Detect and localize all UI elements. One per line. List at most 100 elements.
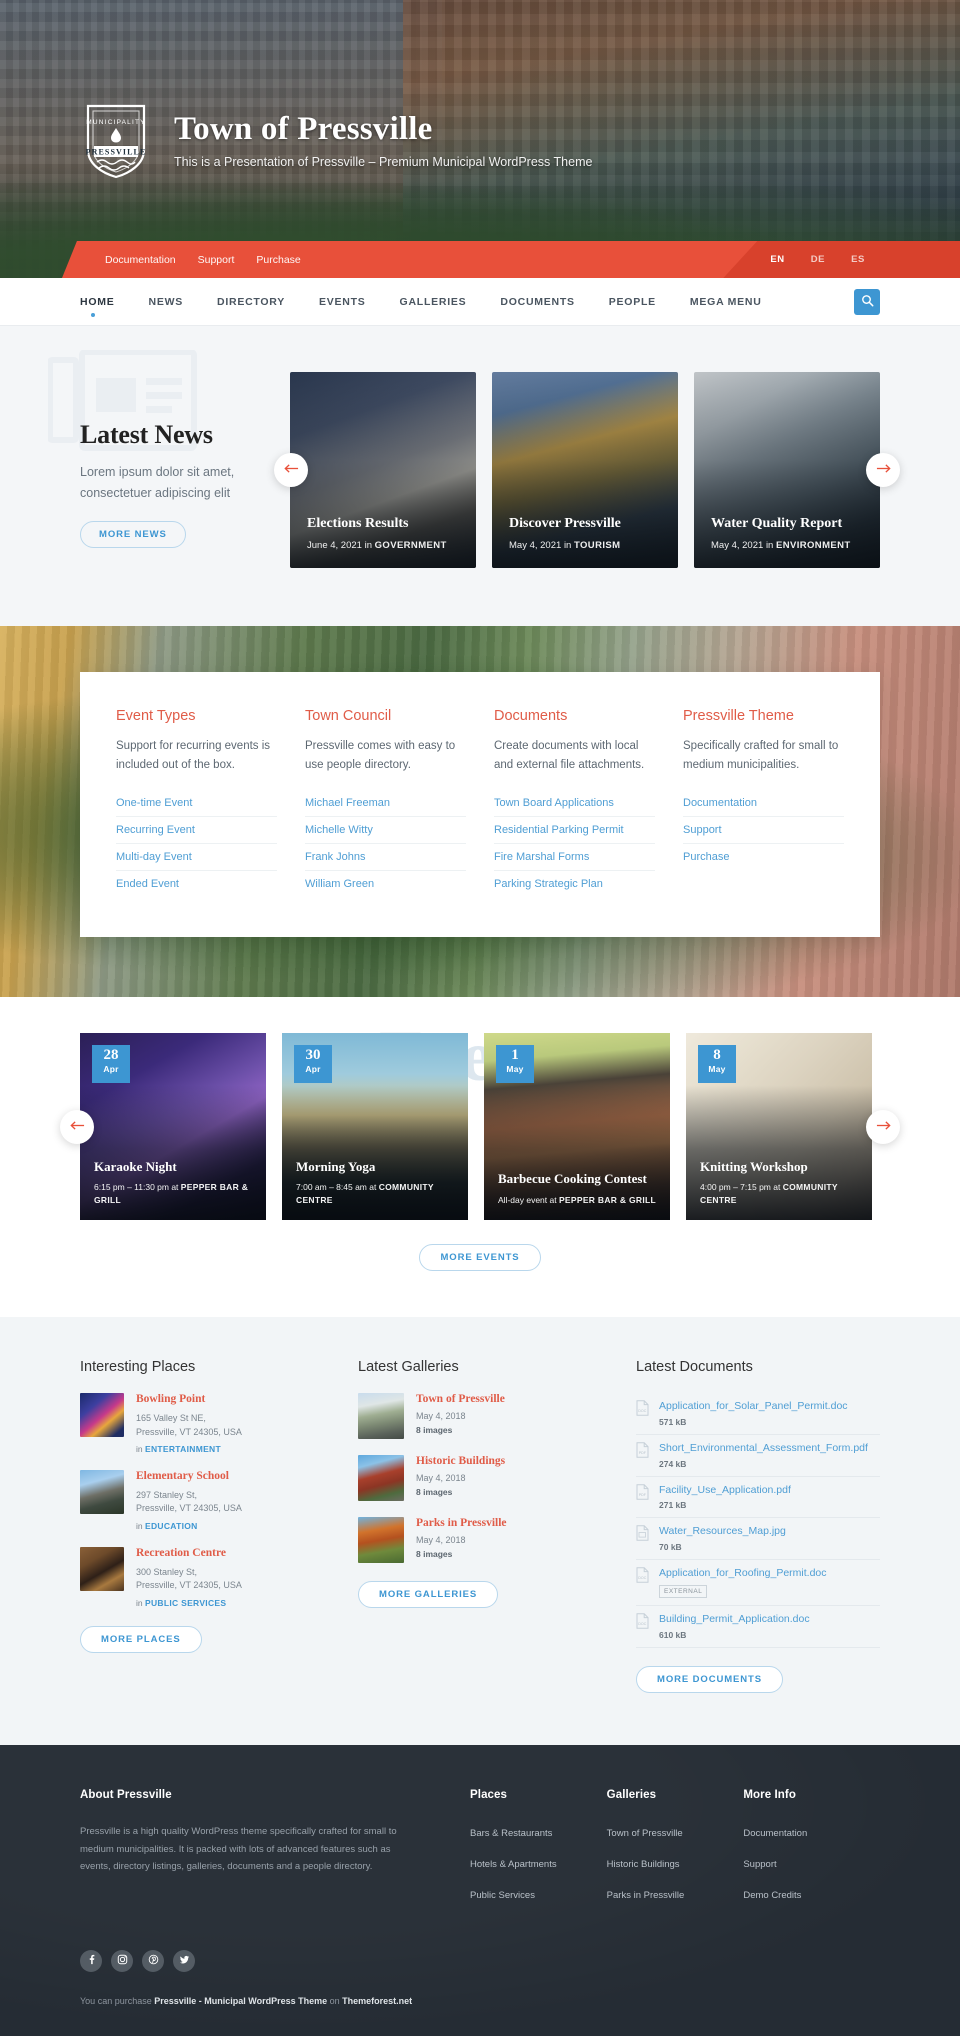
menu-item-news[interactable]: NEWS bbox=[132, 278, 201, 326]
footer-link[interactable]: Documentation bbox=[743, 1828, 807, 1839]
place-category-line: in ENTERTAINMENT bbox=[136, 1444, 242, 1454]
list-item[interactable]: DOC Building_Permit_Application.doc 610 … bbox=[636, 1606, 880, 1649]
gallery-name[interactable]: Historic Buildings bbox=[416, 1455, 505, 1469]
search-button[interactable] bbox=[854, 288, 880, 315]
feature-link[interactable]: Michael Freeman bbox=[305, 790, 466, 816]
news-card[interactable]: Water Quality Report May 4, 2021 in ENVI… bbox=[694, 372, 880, 568]
footer-link[interactable]: Bars & Restaurants bbox=[470, 1828, 552, 1839]
news-next-button[interactable] bbox=[866, 453, 900, 487]
news-card-category[interactable]: ENVIRONMENT bbox=[776, 540, 851, 551]
place-category[interactable]: ENTERTAINMENT bbox=[145, 1444, 221, 1454]
language-de[interactable]: DE bbox=[798, 254, 838, 265]
social-link-instagram[interactable] bbox=[111, 1950, 133, 1973]
feature-link[interactable]: One-time Event bbox=[116, 790, 277, 816]
feature-link[interactable]: William Green bbox=[305, 871, 466, 897]
more-places-button[interactable]: MORE PLACES bbox=[80, 1625, 202, 1653]
feature-link[interactable]: Support bbox=[683, 817, 844, 843]
document-filename[interactable]: Water_Resources_Map.jpg bbox=[659, 1525, 786, 1539]
news-card[interactable]: Elections Results June 4, 2021 in GOVERN… bbox=[290, 372, 476, 568]
event-card[interactable]: 30 Apr Morning Yoga 7:00 am – 8:45 am at… bbox=[282, 1033, 468, 1221]
news-card-list: Elections Results June 4, 2021 in GOVERN… bbox=[290, 372, 880, 568]
list-item[interactable]: Bowling Point 165 Valley St NE, Pressvil… bbox=[80, 1393, 324, 1454]
document-filename[interactable]: Application_for_Roofing_Permit.doc bbox=[659, 1567, 827, 1581]
event-card[interactable]: 8 May Knitting Workshop 4:00 pm – 7:15 p… bbox=[686, 1033, 872, 1221]
footer-link[interactable]: Parks in Pressville bbox=[607, 1890, 685, 1901]
event-card[interactable]: 1 May Barbecue Cooking Contest All-day e… bbox=[484, 1033, 670, 1221]
search-icon bbox=[861, 294, 874, 310]
event-card[interactable]: 28 Apr Karaoke Night 6:15 pm – 11:30 pm … bbox=[80, 1033, 266, 1221]
list-item[interactable]: Historic Buildings May 4, 2018 8 images bbox=[358, 1455, 602, 1502]
feature-link[interactable]: Frank Johns bbox=[305, 844, 466, 870]
news-card-in-word: in bbox=[563, 540, 572, 551]
menu-item-directory[interactable]: DIRECTORY bbox=[200, 278, 302, 326]
events-prev-button[interactable] bbox=[60, 1109, 94, 1144]
feature-link[interactable]: Michelle Witty bbox=[305, 817, 466, 843]
list-item[interactable]: Town of Pressville May 4, 2018 8 images bbox=[358, 1393, 602, 1440]
list-item[interactable]: Recreation Centre 300 Stanley St, Pressv… bbox=[80, 1546, 324, 1608]
document-filename[interactable]: Building_Permit_Application.doc bbox=[659, 1613, 810, 1627]
feature-link-list: One-time Event Recurring Event Multi-day… bbox=[116, 790, 277, 897]
document-filename[interactable]: Facility_Use_Application.pdf bbox=[659, 1484, 791, 1498]
feature-link[interactable]: Documentation bbox=[683, 790, 844, 816]
menu-item-home[interactable]: HOME bbox=[80, 278, 132, 326]
copyright-mid: on bbox=[327, 1996, 343, 2007]
menu-item-galleries[interactable]: GALLERIES bbox=[383, 278, 484, 326]
gallery-date: May 4, 2018 bbox=[416, 1473, 466, 1484]
feature-link[interactable]: Fire Marshal Forms bbox=[494, 844, 655, 870]
more-galleries-button[interactable]: MORE GALLERIES bbox=[358, 1581, 499, 1609]
feature-link[interactable]: Purchase bbox=[683, 844, 844, 870]
feature-column-event-types: Event Types Support for recurring events… bbox=[116, 708, 305, 897]
feature-link[interactable]: Town Board Applications bbox=[494, 790, 655, 816]
footer-link[interactable]: Public Services bbox=[470, 1890, 535, 1901]
gallery-name[interactable]: Parks in Pressville bbox=[416, 1517, 507, 1531]
more-documents-button[interactable]: MORE DOCUMENTS bbox=[636, 1666, 783, 1694]
language-en[interactable]: EN bbox=[757, 254, 797, 265]
footer-link[interactable]: Town of Pressville bbox=[607, 1828, 683, 1839]
news-prev-button[interactable] bbox=[274, 453, 308, 487]
menu-item-documents[interactable]: DOCUMENTS bbox=[483, 278, 591, 326]
menu-item-mega-menu[interactable]: MEGA MENU bbox=[673, 278, 779, 326]
feature-link[interactable]: Residential Parking Permit bbox=[494, 817, 655, 843]
list-item[interactable]: DOC Application_for_Roofing_Permit.doc E… bbox=[636, 1560, 880, 1607]
news-card-category[interactable]: GOVERNMENT bbox=[375, 540, 447, 551]
more-events-button[interactable]: MORE EVENTS bbox=[419, 1244, 541, 1272]
place-name[interactable]: Elementary School bbox=[136, 1470, 242, 1484]
social-link-facebook[interactable] bbox=[80, 1950, 102, 1973]
list-item[interactable]: Water_Resources_Map.jpg 70 kB bbox=[636, 1518, 880, 1560]
copyright-marketplace[interactable]: Themeforest.net bbox=[342, 1996, 412, 2006]
utility-link-purchase[interactable]: Purchase bbox=[256, 254, 300, 266]
copyright-theme-name[interactable]: Pressville - Municipal WordPress Theme bbox=[154, 1996, 327, 2006]
utility-link-support[interactable]: Support bbox=[198, 254, 235, 266]
news-card-category[interactable]: TOURISM bbox=[574, 540, 620, 551]
list-item[interactable]: DOC Application_for_Solar_Panel_Permit.d… bbox=[636, 1393, 880, 1435]
language-es[interactable]: ES bbox=[838, 254, 878, 265]
social-link-twitter[interactable] bbox=[173, 1950, 195, 1973]
svg-text:DOC: DOC bbox=[638, 1409, 646, 1413]
social-link-pinterest[interactable] bbox=[142, 1950, 164, 1973]
place-category[interactable]: EDUCATION bbox=[145, 1521, 198, 1531]
feature-link[interactable]: Recurring Event bbox=[116, 817, 277, 843]
place-name[interactable]: Recreation Centre bbox=[136, 1547, 242, 1561]
place-category[interactable]: PUBLIC SERVICES bbox=[145, 1598, 226, 1608]
events-next-button[interactable] bbox=[866, 1109, 900, 1144]
list-item[interactable]: Parks in Pressville May 4, 2018 8 images bbox=[358, 1517, 602, 1564]
footer-link[interactable]: Historic Buildings bbox=[607, 1859, 680, 1870]
place-name[interactable]: Bowling Point bbox=[136, 1393, 242, 1407]
more-news-button[interactable]: MORE NEWS bbox=[80, 521, 186, 549]
document-filename[interactable]: Short_Environmental_Assessment_Form.pdf bbox=[659, 1442, 868, 1456]
utility-link-documentation[interactable]: Documentation bbox=[105, 254, 176, 266]
list-item[interactable]: PDF Short_Environmental_Assessment_Form.… bbox=[636, 1435, 880, 1477]
feature-link[interactable]: Parking Strategic Plan bbox=[494, 871, 655, 897]
feature-link[interactable]: Ended Event bbox=[116, 871, 277, 897]
menu-item-events[interactable]: EVENTS bbox=[302, 278, 383, 326]
menu-item-people[interactable]: PEOPLE bbox=[592, 278, 673, 326]
news-card[interactable]: Discover Pressville May 4, 2021 in TOURI… bbox=[492, 372, 678, 568]
feature-link[interactable]: Multi-day Event bbox=[116, 844, 277, 870]
footer-link[interactable]: Support bbox=[743, 1859, 776, 1870]
list-item[interactable]: Elementary School 297 Stanley St, Pressv… bbox=[80, 1470, 324, 1531]
footer-link[interactable]: Hotels & Apartments bbox=[470, 1859, 557, 1870]
list-item[interactable]: PDF Facility_Use_Application.pdf 271 kB bbox=[636, 1477, 880, 1519]
gallery-name[interactable]: Town of Pressville bbox=[416, 1393, 505, 1407]
document-filename[interactable]: Application_for_Solar_Panel_Permit.doc bbox=[659, 1400, 848, 1414]
footer-link[interactable]: Demo Credits bbox=[743, 1890, 801, 1901]
